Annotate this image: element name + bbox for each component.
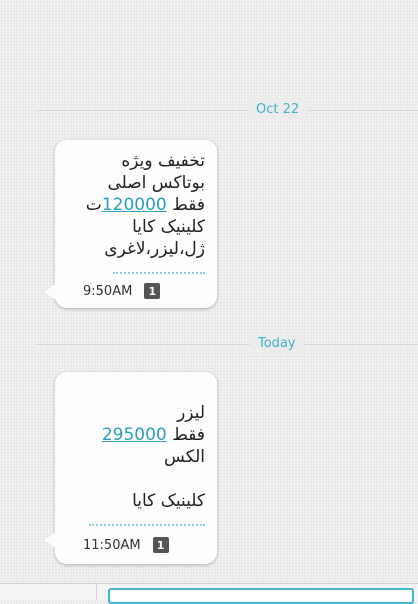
message-line: الکس: [164, 447, 205, 467]
message-input[interactable]: [108, 588, 414, 604]
composer-left-panel[interactable]: [0, 584, 97, 600]
message-line-part: فقط: [166, 195, 205, 215]
date-divider: Oct 22: [36, 100, 418, 120]
timestamp: 11:50AM: [83, 537, 141, 553]
price-link[interactable]: 120000: [102, 195, 167, 215]
bubble-tail: [44, 284, 56, 300]
message-line: کلینیک کایا: [132, 491, 205, 511]
message-line: فقط 120000ت: [86, 195, 205, 215]
bubble-tail: [44, 532, 56, 548]
date-label: Today: [250, 334, 304, 354]
divider-line: [36, 344, 418, 345]
composer-bar: [0, 583, 418, 604]
message-line: تخفیف ویژه: [121, 151, 205, 171]
message-line: فقط 295000: [102, 425, 205, 445]
sim-icon: 1: [144, 283, 161, 299]
message-text: تخفیف ویژه بوتاکس اصلی فقط 120000ت کلینی…: [55, 140, 217, 260]
message-bubble[interactable]: لیزر فقط 295000 الکس ​ کلینیک کایا 11:50…: [44, 372, 217, 564]
message-line: کلینیک کایا: [132, 217, 205, 237]
timestamp: 9:50AM: [83, 283, 133, 299]
redacted-phone-link[interactable]: [113, 262, 205, 274]
message-meta: 11:50AM 1: [55, 526, 217, 564]
message-meta: 9:50AM 1: [55, 274, 217, 308]
message-line-part: فقط: [166, 425, 205, 445]
message-line: بوتاکس اصلی: [107, 173, 205, 193]
date-divider: Today: [36, 334, 418, 354]
sim-icon: 1: [152, 537, 169, 553]
redacted-phone-link[interactable]: [89, 514, 205, 526]
message-line-part: ت: [85, 195, 102, 215]
divider-line: [36, 110, 418, 111]
price-link[interactable]: 295000: [102, 425, 167, 445]
message-bubble[interactable]: تخفیف ویژه بوتاکس اصلی فقط 120000ت کلینی…: [44, 140, 217, 308]
message-text: لیزر فقط 295000 الکس ​ کلینیک کایا: [55, 372, 217, 512]
date-label: Oct 22: [248, 100, 308, 120]
message-line: ژل،لیزر،لاغری: [104, 239, 205, 259]
message-line: لیزر: [177, 403, 205, 423]
